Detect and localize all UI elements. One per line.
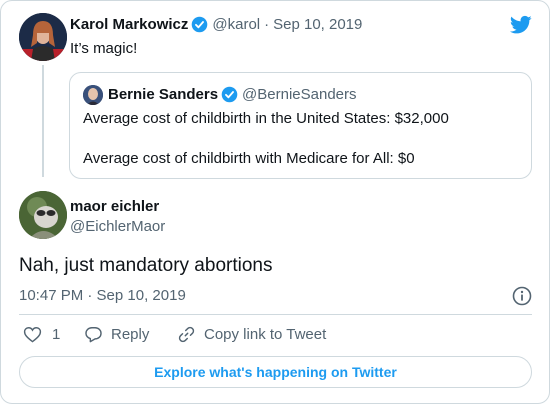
- explore-twitter-button[interactable]: Explore what's happening on Twitter: [19, 356, 532, 388]
- copy-link-label: Copy link to Tweet: [204, 326, 327, 343]
- parent-author-handle[interactable]: @karol: [212, 16, 260, 33]
- twitter-bird-icon[interactable]: [510, 15, 532, 35]
- main-tweet-author: maor eichler: [70, 198, 159, 215]
- info-icon[interactable]: [512, 286, 532, 306]
- main-author-avatar[interactable]: [19, 191, 67, 239]
- quoted-tweet-header: Bernie Sanders @BernieSanders: [108, 86, 357, 103]
- main-tweet-timestamp[interactable]: 10:47 PM · Sep 10, 2019: [19, 287, 186, 304]
- main-tweet-text: Nah, just mandatory abortions: [19, 255, 273, 276]
- quoted-author-avatar: [83, 85, 103, 105]
- verified-badge-icon: [221, 86, 238, 103]
- speech-bubble-icon: [85, 327, 102, 343]
- like-button[interactable]: 1: [23, 325, 60, 344]
- timestamp-text[interactable]: 10:47 PM · Sep 10, 2019: [19, 287, 186, 304]
- main-author-name[interactable]: maor eichler: [70, 198, 159, 215]
- parent-author-avatar[interactable]: [19, 13, 67, 61]
- quoted-author-handle: @BernieSanders: [242, 86, 357, 103]
- verified-badge-icon: [192, 16, 208, 33]
- actions-divider: [19, 314, 532, 315]
- tweet-embed-card: Karol Markowicz @karol · Sep 10, 2019 It…: [0, 0, 550, 404]
- parent-tweet-text: It’s magic!: [70, 40, 138, 57]
- parent-tweet-date[interactable]: Sep 10, 2019: [273, 16, 362, 33]
- quoted-tweet-line-1: Average cost of childbirth in the United…: [83, 110, 449, 127]
- copy-link-button[interactable]: Copy link to Tweet: [177, 325, 326, 344]
- heart-icon: [23, 327, 42, 343]
- quoted-author-name: Bernie Sanders: [108, 86, 219, 103]
- reply-button[interactable]: Reply: [84, 325, 149, 344]
- main-author-handle[interactable]: @EichlerMaor: [70, 218, 165, 235]
- reply-label: Reply: [111, 326, 150, 343]
- quoted-tweet-line-2: Average cost of childbirth with Medicare…: [83, 150, 415, 167]
- main-tweet-handle-row: @EichlerMaor: [70, 218, 165, 235]
- link-icon: [178, 326, 195, 343]
- parent-tweet-header: Karol Markowicz @karol · Sep 10, 2019: [70, 16, 362, 33]
- explore-label: Explore what's happening on Twitter: [154, 364, 397, 380]
- header-separator: ·: [264, 16, 270, 33]
- like-count: 1: [52, 326, 61, 343]
- parent-author-name[interactable]: Karol Markowicz: [70, 16, 188, 33]
- thread-connector-line: [42, 65, 44, 177]
